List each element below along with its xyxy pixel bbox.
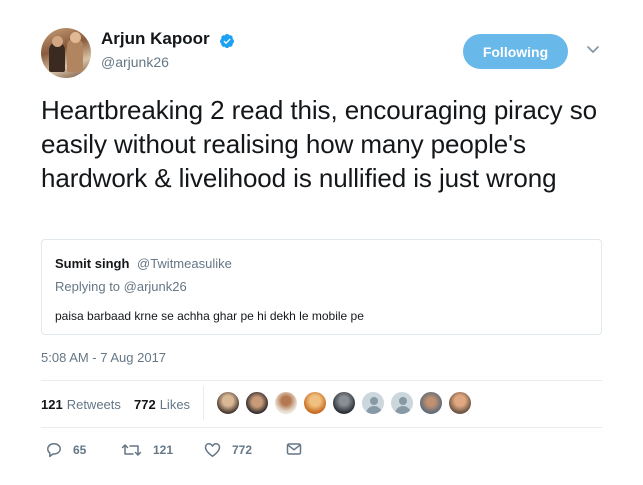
verified-badge-icon xyxy=(220,34,234,49)
heart-icon xyxy=(204,443,221,457)
liker-avatar[interactable] xyxy=(448,391,472,415)
following-button[interactable]: Following xyxy=(463,34,568,69)
quoted-author-name: Sumit singh xyxy=(55,256,130,271)
envelope-icon xyxy=(286,443,302,455)
author-handle[interactable]: @arjunk26 xyxy=(101,54,169,70)
retweet-count: 121 xyxy=(153,443,174,457)
direct-message-action[interactable] xyxy=(286,442,313,456)
like-count: 772 xyxy=(232,443,253,457)
divider xyxy=(41,427,602,428)
retweets-label: Retweets xyxy=(66,397,121,412)
retweet-icon xyxy=(121,444,142,456)
quoted-tweet-text: paisa barbaad krne se achha ghar pe hi d… xyxy=(55,309,364,323)
replying-to-prefix: Replying to xyxy=(55,279,124,294)
retweets-count: 121 xyxy=(41,397,63,412)
likes-label: Likes xyxy=(159,397,191,412)
reply-icon xyxy=(47,443,61,458)
quoted-author-handle: @Twitmeasulike xyxy=(137,256,232,271)
liker-avatar[interactable] xyxy=(303,391,327,415)
author-avatar[interactable] xyxy=(41,28,91,78)
liker-avatar[interactable] xyxy=(274,391,298,415)
retweet-action[interactable]: 121 xyxy=(121,442,173,458)
liker-avatar[interactable] xyxy=(390,391,414,415)
tweet-timestamp[interactable]: 5:08 AM - 7 Aug 2017 xyxy=(41,350,166,365)
reply-action[interactable]: 65 xyxy=(46,442,86,458)
like-action[interactable]: 772 xyxy=(204,442,252,458)
liker-avatar[interactable] xyxy=(245,391,269,415)
tweet-card: Arjun Kapoor @arjunk26 Following Heartbr… xyxy=(0,0,643,485)
retweets-stat[interactable]: 121 Retweets xyxy=(41,397,121,412)
reply-count: 65 xyxy=(73,443,87,457)
replying-to-handle[interactable]: @arjunk26 xyxy=(124,279,187,294)
quoted-tweet[interactable]: Sumit singh @Twitmeasulike Replying to @… xyxy=(41,239,602,335)
liker-avatar[interactable] xyxy=(361,391,385,415)
tweet-text: Heartbreaking 2 read this, encouraging p… xyxy=(41,95,597,193)
liker-avatar[interactable] xyxy=(332,391,356,415)
liker-avatar[interactable] xyxy=(216,391,240,415)
stats-separator xyxy=(203,386,204,420)
replying-to: Replying to @arjunk26 xyxy=(55,279,187,294)
divider xyxy=(41,380,602,381)
liker-avatar[interactable] xyxy=(419,391,443,415)
author-name[interactable]: Arjun Kapoor xyxy=(101,29,210,49)
likes-stat[interactable]: 772 Likes xyxy=(134,397,190,412)
likes-count: 772 xyxy=(134,397,156,412)
chevron-down-icon[interactable] xyxy=(586,45,600,55)
